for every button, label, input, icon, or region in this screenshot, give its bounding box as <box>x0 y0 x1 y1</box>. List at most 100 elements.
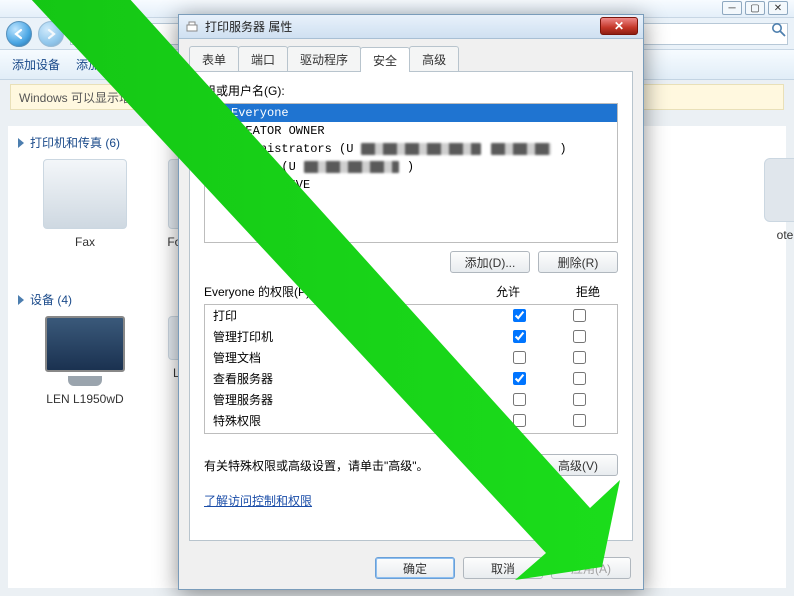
deny-checkbox[interactable] <box>573 330 586 343</box>
permission-name: 查看服务器 <box>213 370 489 387</box>
ok-button[interactable]: 确定 <box>375 557 455 579</box>
deny-checkbox[interactable] <box>573 351 586 364</box>
permissions-label: Everyone 的权限(P) <box>204 283 310 300</box>
collapse-icon <box>18 295 24 305</box>
printer-icon <box>185 20 199 34</box>
allow-checkbox[interactable] <box>513 414 526 427</box>
tab-ports[interactable]: 端口 <box>238 46 288 71</box>
user-group-icon <box>209 141 225 157</box>
tab-forms[interactable]: 表单 <box>189 46 239 71</box>
tab-advanced[interactable]: 高级 <box>409 46 459 71</box>
minimize-button[interactable]: ─ <box>722 1 742 15</box>
permission-row: 特殊权限 <box>205 410 617 431</box>
permission-row: 管理服务器 <box>205 389 617 410</box>
nav-forward-button[interactable] <box>38 21 64 47</box>
advanced-row: 有关特殊权限或高级设置，请单击"高级"。 高级(V) <box>204 454 618 476</box>
users-listbox[interactable]: EveryoneCREATOR OWNERAdministrators (U)G… <box>204 103 618 243</box>
device-item[interactable]: LEN L1950wD <box>30 316 140 406</box>
print-server-properties-dialog: 打印服务器 属性 ✕ 表单 端口 驱动程序 安全 高级 组或用户名(G): Ev… <box>178 14 644 590</box>
permissions-listbox[interactable]: 打印管理打印机管理文档查看服务器管理服务器特殊权限 <box>204 304 618 434</box>
maximize-button[interactable]: ▢ <box>745 1 765 15</box>
dialog-footer: 确定 取消 应用(A) <box>179 549 643 589</box>
learn-more-link[interactable]: 了解访问控制和权限 <box>204 492 618 509</box>
closing-paren: ) <box>559 142 566 156</box>
tab-security[interactable]: 安全 <box>360 47 410 72</box>
arrow-left-icon <box>12 27 26 41</box>
closing-paren: ) <box>407 160 414 174</box>
search-icon[interactable] <box>771 22 787 38</box>
collapse-icon <box>18 138 24 148</box>
folder-icon <box>75 27 89 41</box>
user-item-name: CREATOR OWNER <box>231 124 325 138</box>
allow-checkbox[interactable] <box>513 330 526 343</box>
device-item[interactable]: ote <box>730 158 794 242</box>
dialog-close-button[interactable]: ✕ <box>600 17 638 35</box>
tab-drivers[interactable]: 驱动程序 <box>287 46 361 71</box>
tab-strip: 表单 端口 驱动程序 安全 高级 <box>189 47 633 72</box>
user-item-name: Guests (U <box>231 160 296 174</box>
section-printers-title: 打印机和传真 (6) <box>30 134 120 151</box>
infobar-text: Windows 可以显示增强型设 <box>19 89 167 106</box>
monitor-icon <box>45 316 125 372</box>
user-item[interactable]: INTERACTIVE <box>205 176 617 194</box>
dialog-titlebar: 打印服务器 属性 ✕ <box>179 15 643 39</box>
dialog-title: 打印服务器 属性 <box>205 18 292 35</box>
permission-row: 打印 <box>205 305 617 326</box>
permission-name: 管理打印机 <box>213 328 489 345</box>
allow-checkbox[interactable] <box>513 393 526 406</box>
cancel-button[interactable]: 取消 <box>463 557 543 579</box>
arrow-right-icon <box>44 27 58 41</box>
tab-security-panel: 组或用户名(G): Everyone CREATOR OWNER Administr… <box>189 72 633 541</box>
groups-label: 组或用户名(G): <box>204 82 618 99</box>
monitor-stand <box>68 376 102 386</box>
advanced-text: 有关特殊权限或高级设置，请单击"高级"。 <box>204 457 528 474</box>
permission-row: 管理文档 <box>205 347 617 368</box>
deny-checkbox[interactable] <box>573 309 586 322</box>
window-controls: ─ ▢ ✕ <box>722 1 788 15</box>
permissions-header: Everyone 的权限(P) 允许 拒绝 <box>204 283 618 300</box>
user-item[interactable]: Administrators (U) <box>205 140 617 158</box>
col-allow: 允许 <box>478 283 538 300</box>
allow-checkbox[interactable] <box>513 309 526 322</box>
deny-checkbox[interactable] <box>573 372 586 385</box>
user-group-icon <box>209 123 225 139</box>
device-label: LEN L1950wD <box>46 392 123 406</box>
user-item-name: Administrators (U <box>231 142 353 156</box>
remove-user-button[interactable]: 删除(R) <box>538 251 618 273</box>
close-button[interactable]: ✕ <box>768 1 788 15</box>
deny-checkbox[interactable] <box>573 414 586 427</box>
users-buttons: 添加(D)... 删除(R) <box>204 251 618 273</box>
permission-name: 特殊权限 <box>213 412 489 429</box>
add-user-button[interactable]: 添加(D)... <box>450 251 530 273</box>
redacted-text <box>361 143 481 155</box>
nav-back-button[interactable] <box>6 21 32 47</box>
user-item[interactable]: Guests (U) <box>205 158 617 176</box>
allow-checkbox[interactable] <box>513 372 526 385</box>
user-item-name: INTERACTIVE <box>231 178 310 192</box>
redacted-text <box>304 161 399 173</box>
permission-row: 查看服务器 <box>205 368 617 389</box>
deny-checkbox[interactable] <box>573 393 586 406</box>
user-group-icon <box>209 105 225 121</box>
redacted-text <box>491 143 551 155</box>
close-icon: ✕ <box>614 19 624 33</box>
user-item[interactable]: Everyone <box>205 104 617 122</box>
toolbar-add-printer[interactable]: 添加打印机 <box>76 56 136 73</box>
user-item-name: Everyone <box>231 106 289 120</box>
permission-name: 管理服务器 <box>213 391 489 408</box>
fax-icon <box>43 159 127 229</box>
user-item[interactable]: CREATOR OWNER <box>205 122 617 140</box>
device-item[interactable]: Fax <box>30 159 140 249</box>
user-group-icon <box>209 159 225 175</box>
device-label: Fax <box>75 235 95 249</box>
user-group-icon <box>209 177 225 193</box>
toolbar-add-device[interactable]: 添加设备 <box>12 56 60 73</box>
advanced-button[interactable]: 高级(V) <box>538 454 618 476</box>
device-label: ote <box>777 228 794 242</box>
permission-name: 打印 <box>213 307 489 324</box>
permission-row: 管理打印机 <box>205 326 617 347</box>
apply-button[interactable]: 应用(A) <box>551 557 631 579</box>
allow-checkbox[interactable] <box>513 351 526 364</box>
permission-name: 管理文档 <box>213 349 489 366</box>
printer-icon <box>764 158 794 222</box>
